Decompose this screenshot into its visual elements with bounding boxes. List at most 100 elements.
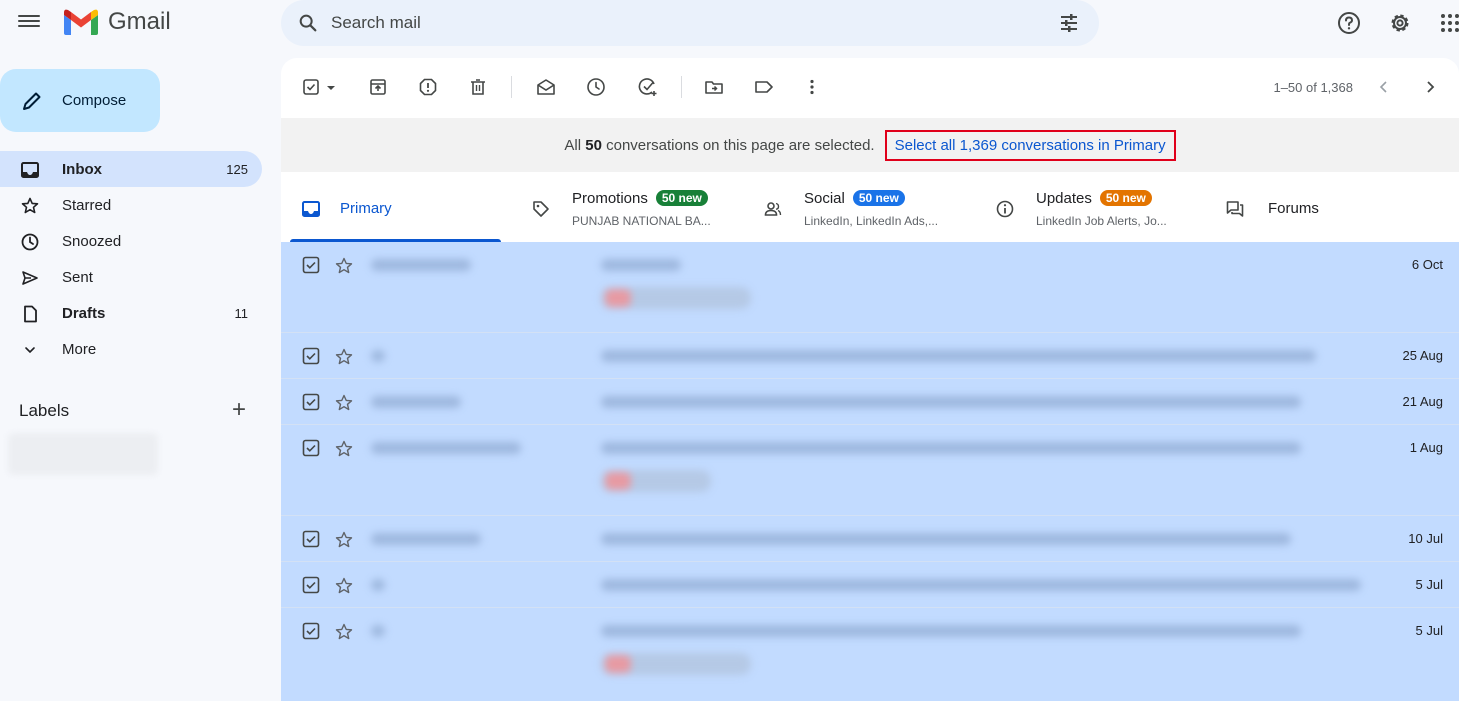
table-row[interactable]: 21 Aug: [281, 379, 1459, 425]
tab-label: Updates: [1036, 190, 1092, 207]
forum-chat-icon: [1226, 201, 1244, 217]
star-outline-icon[interactable]: [334, 256, 354, 276]
sidebar-item-label: Starred: [62, 196, 112, 214]
tab-senders-preview: LinkedIn, LinkedIn Ads,...: [804, 214, 939, 228]
archive-icon[interactable]: [367, 76, 389, 98]
star-icon: [21, 197, 39, 214]
sender-redacted: [371, 396, 461, 408]
selection-banner: All 50 conversations on this page are se…: [281, 118, 1459, 172]
row-checkbox-checked-icon[interactable]: [302, 256, 320, 274]
people-icon: [764, 202, 782, 216]
sidebar-item-snoozed[interactable]: Snoozed: [0, 223, 262, 259]
new-count-badge: 50 new: [852, 190, 905, 206]
selection-message-pre: All: [564, 136, 586, 154]
sidebar-item-more[interactable]: More: [0, 331, 262, 367]
email-list: 6 Oct 25 Aug 21 Aug 1 Aug 10 Jul 5 Jul 5…: [281, 242, 1459, 701]
star-outline-icon[interactable]: [334, 576, 354, 596]
star-outline-icon[interactable]: [334, 393, 354, 413]
older-chevron-right-icon[interactable]: [1419, 76, 1441, 98]
chevron-down-icon: [25, 347, 35, 354]
tab-label: Promotions: [572, 190, 648, 207]
subject-redacted: [601, 579, 1361, 591]
select-all-checkbox-icon[interactable]: [301, 76, 323, 98]
toolbar-divider: [681, 76, 682, 98]
star-outline-icon[interactable]: [334, 347, 354, 367]
search-icon[interactable]: [297, 12, 319, 34]
row-checkbox-checked-icon[interactable]: [302, 393, 320, 411]
sidebar-item-starred[interactable]: Starred: [0, 187, 262, 223]
selection-count: 50: [585, 136, 602, 154]
row-checkbox-checked-icon[interactable]: [302, 530, 320, 548]
row-checkbox-checked-icon[interactable]: [302, 622, 320, 640]
sidebar-item-label: Sent: [62, 268, 93, 286]
email-date: 5 Jul: [1415, 577, 1443, 592]
create-label-button[interactable]: +: [232, 398, 246, 422]
star-outline-icon[interactable]: [334, 622, 354, 642]
search-options-icon[interactable]: [1057, 11, 1081, 35]
attachment-chip-redacted[interactable]: [601, 653, 751, 675]
select-dropdown-icon[interactable]: [325, 76, 337, 98]
draft-file-icon: [24, 305, 37, 323]
mail-toolbar: 1–50 of 1,368: [281, 58, 1459, 118]
sidebar-nav: Inbox 125 Starred Snoozed Sent Drafts 11…: [0, 151, 262, 367]
new-count-badge: 50 new: [655, 190, 708, 206]
select-all-conversations-link[interactable]: Select all 1,369 conversations in Primar…: [884, 129, 1176, 161]
row-checkbox-checked-icon[interactable]: [302, 576, 320, 594]
star-outline-icon[interactable]: [334, 530, 354, 550]
more-vertical-icon[interactable]: [801, 76, 823, 98]
row-checkbox-checked-icon[interactable]: [302, 439, 320, 457]
snooze-clock-icon[interactable]: [585, 76, 607, 98]
row-checkbox-checked-icon[interactable]: [302, 347, 320, 365]
inbox-icon: [302, 201, 320, 217]
compose-button[interactable]: Compose: [0, 69, 160, 132]
add-to-tasks-icon[interactable]: [637, 76, 659, 98]
delete-trash-icon[interactable]: [467, 76, 489, 98]
tab-senders-preview: PUNJAB NATIONAL BA...: [572, 214, 711, 228]
labels-heading: Labels: [19, 401, 70, 420]
tag-icon: [533, 201, 549, 217]
gmail-logo[interactable]: Gmail: [62, 7, 171, 37]
sender-redacted: [371, 533, 481, 545]
attachment-chip-redacted[interactable]: [601, 470, 711, 492]
main-menu-icon[interactable]: [18, 12, 40, 32]
pagination-range: 1–50 of 1,368: [1273, 80, 1353, 95]
search-bar[interactable]: [281, 0, 1099, 46]
mail-panel: 1–50 of 1,368 All 50 conversations on th…: [281, 58, 1459, 701]
info-icon: [996, 200, 1014, 218]
sidebar-item-inbox[interactable]: Inbox 125: [0, 151, 262, 187]
table-row[interactable]: 10 Jul: [281, 516, 1459, 562]
settings-gear-icon[interactable]: [1387, 10, 1413, 36]
table-row[interactable]: 25 Aug: [281, 333, 1459, 379]
app-name: Gmail: [108, 8, 171, 35]
table-row[interactable]: 5 Jul: [281, 608, 1459, 701]
clock-icon: [21, 233, 39, 251]
tab-forums[interactable]: Forums: [1217, 172, 1437, 242]
table-row[interactable]: 6 Oct: [281, 242, 1459, 333]
help-icon[interactable]: [1336, 10, 1362, 36]
sidebar-item-sent[interactable]: Sent: [0, 259, 262, 295]
subject-redacted: [601, 442, 1301, 454]
sidebar-item-label: Snoozed: [62, 232, 122, 250]
tab-social[interactable]: Social 50 new LinkedIn, LinkedIn Ads,...: [753, 172, 973, 242]
table-row[interactable]: 1 Aug: [281, 425, 1459, 516]
mark-as-read-icon[interactable]: [535, 76, 557, 98]
tab-primary[interactable]: Primary: [281, 172, 501, 242]
sender-redacted: [371, 579, 385, 591]
table-row[interactable]: 5 Jul: [281, 562, 1459, 608]
attachment-chip-redacted[interactable]: [601, 287, 751, 309]
pencil-icon: [23, 92, 41, 110]
sidebar-item-drafts[interactable]: Drafts 11: [0, 295, 262, 331]
tab-updates[interactable]: Updates 50 new LinkedIn Job Alerts, Jo...: [985, 172, 1205, 242]
apps-grid-icon[interactable]: [1437, 10, 1459, 36]
selection-message: All 50 conversations on this page are se…: [564, 137, 874, 154]
tab-promotions[interactable]: Promotions 50 new PUNJAB NATIONAL BA...: [521, 172, 741, 242]
label-tag-icon[interactable]: [753, 76, 775, 98]
search-input[interactable]: [331, 8, 1011, 38]
star-outline-icon[interactable]: [334, 439, 354, 459]
newer-chevron-left-icon[interactable]: [1373, 76, 1395, 98]
label-item-redacted[interactable]: [8, 433, 158, 475]
move-to-folder-icon[interactable]: [703, 76, 725, 98]
subject-redacted: [601, 350, 1316, 362]
report-spam-icon[interactable]: [417, 76, 439, 98]
subject-redacted: [601, 533, 1291, 545]
